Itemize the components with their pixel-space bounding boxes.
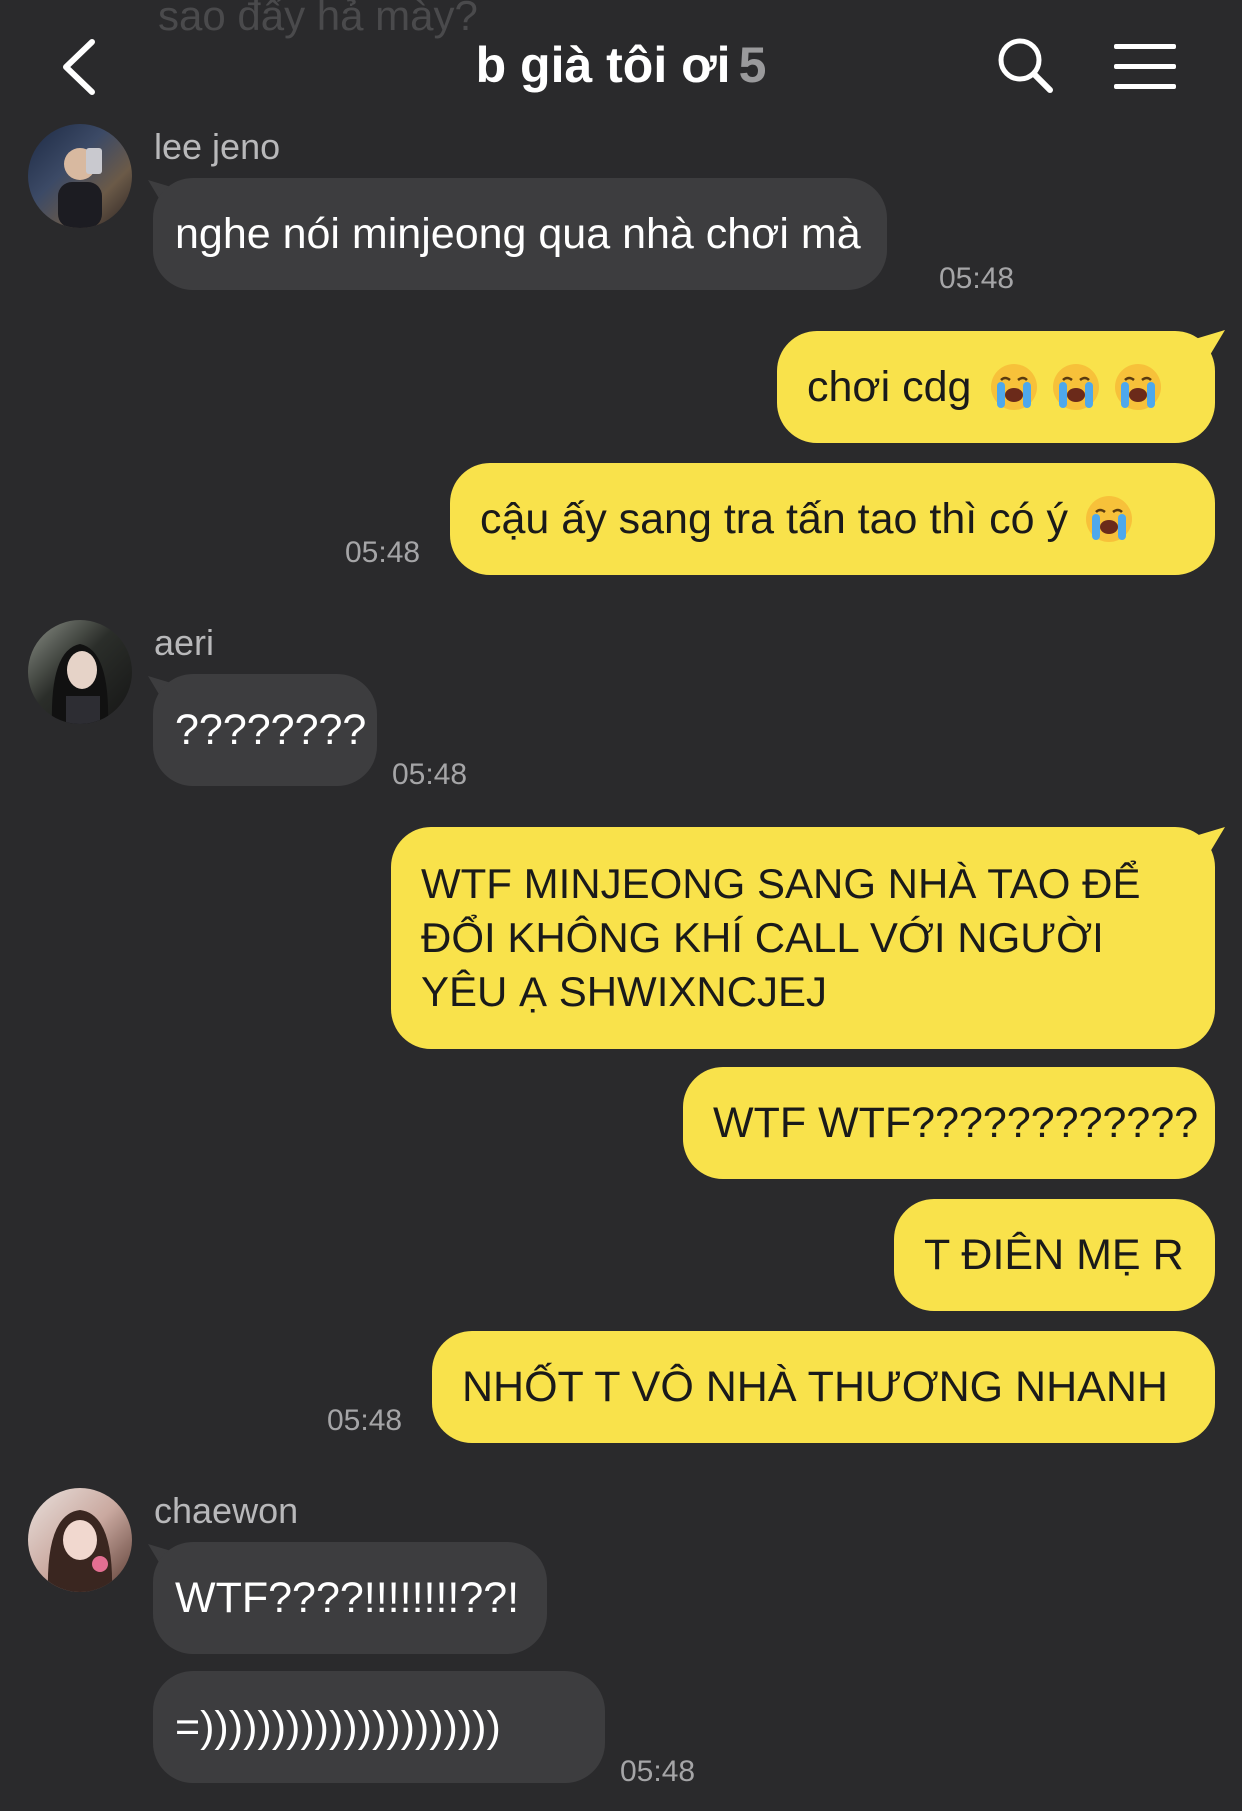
message-text: chơi cdg xyxy=(807,362,972,411)
message-bubble-outgoing[interactable]: NHỐT T VÔ NHÀ THƯƠNG NHANH xyxy=(432,1331,1215,1443)
loudly-crying-face-icon xyxy=(991,364,1038,410)
hamburger-menu-icon[interactable] xyxy=(1112,40,1178,92)
scrolled-preview-text: sao đấy hả mày? xyxy=(158,0,478,39)
message-bubble-incoming[interactable]: ???????? xyxy=(153,674,377,786)
message-bubble-incoming[interactable]: =))))))))))))))))))))) xyxy=(153,1671,605,1783)
sender-name: lee jeno xyxy=(154,126,281,167)
sender-name: aeri xyxy=(154,622,215,663)
message-bubble-outgoing[interactable]: WTF WTF???????????? xyxy=(683,1067,1215,1179)
loudly-crying-face-icon xyxy=(1115,364,1162,410)
message-timestamp: 05:48 xyxy=(327,1404,403,1437)
message-bubble-outgoing[interactable]: cậu ấy sang tra tấn tao thì có ý xyxy=(450,463,1215,575)
message-timestamp: 05:48 xyxy=(392,758,468,791)
message-bubble-outgoing[interactable]: chơi cdg xyxy=(777,331,1215,443)
avatar-aeri[interactable] xyxy=(28,620,132,724)
chat-header: sao đấy hả mày? b già tôi ơi 5 xyxy=(0,0,1242,130)
message-text: cậu ấy sang tra tấn tao thì có ý xyxy=(480,494,1069,543)
loudly-crying-face-icon xyxy=(1086,496,1133,542)
message-bubble-incoming[interactable]: nghe nói minjeong qua nhà chơi mà xyxy=(153,178,887,290)
avatar-chaewon[interactable] xyxy=(28,1488,132,1592)
avatar-lee-jeno[interactable] xyxy=(28,124,132,228)
sender-name: chaewon xyxy=(154,1490,299,1531)
message-timestamp: 05:48 xyxy=(620,1755,696,1788)
loudly-crying-face-icon xyxy=(1053,364,1100,410)
message-bubble-outgoing[interactable]: WTF MINJEONG SANG NHÀ TAO ĐỂ ĐỔI KHÔNG K… xyxy=(391,827,1215,1049)
message-timestamp: 05:48 xyxy=(345,536,421,569)
search-icon[interactable] xyxy=(994,34,1056,96)
message-bubble-incoming[interactable]: WTF????!!!!!!!!??! xyxy=(153,1542,547,1654)
message-timestamp: 05:48 xyxy=(939,262,1015,295)
message-bubble-outgoing[interactable]: T ĐIÊN MẸ R xyxy=(894,1199,1215,1311)
member-count: 5 xyxy=(738,37,767,93)
chat-name: b già tôi ơi xyxy=(475,37,731,93)
